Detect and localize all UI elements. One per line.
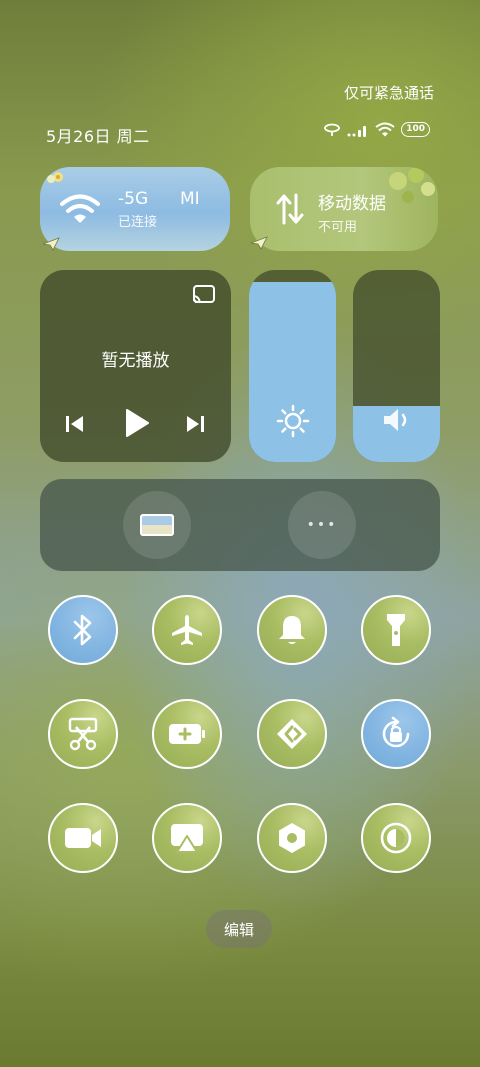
flashlight-icon: [387, 614, 405, 646]
data-arrows-icon: [276, 193, 304, 225]
nearby-share-toggle[interactable]: [257, 699, 327, 769]
wifi-status: 已连接: [118, 215, 158, 230]
dark-mode-toggle[interactable]: [361, 803, 431, 873]
status-icons: 100: [323, 122, 430, 137]
rotation-lock-toggle[interactable]: [361, 699, 431, 769]
bell-icon: [279, 616, 305, 644]
media-player-tile: 暂无播放: [40, 270, 231, 462]
rotation-lock-icon: [382, 716, 410, 748]
wifi-tile[interactable]: -5G 已连接 MI: [40, 167, 230, 251]
battery-indicator: 100: [401, 122, 430, 137]
brightness-slider[interactable]: [249, 270, 336, 462]
emergency-call-status: 仅可紧急通话: [343, 84, 434, 102]
airplane-icon: [172, 615, 202, 645]
screen-record-toggle[interactable]: [48, 803, 118, 873]
screen-cast-toggle[interactable]: [152, 803, 222, 873]
play-icon[interactable]: [124, 408, 150, 438]
wifi-ssid-fragment: MI: [180, 189, 200, 209]
screenshot-toggle[interactable]: [48, 699, 118, 769]
bluetooth-icon: [73, 614, 92, 646]
hex-nut-icon: [279, 823, 305, 853]
silent-toggle[interactable]: [257, 595, 327, 665]
speaker-icon: [384, 409, 407, 431]
paper-plane-decoration: [42, 237, 60, 251]
airplane-mode-toggle[interactable]: [152, 595, 222, 665]
mobile-data-tile[interactable]: 移动数据 不可用: [250, 167, 438, 251]
volume-slider[interactable]: [353, 270, 440, 462]
screen-mirror-icon: [171, 824, 203, 853]
wifi-status-icon: [375, 122, 395, 137]
flower-decoration: [47, 172, 63, 183]
wifi-icon: [60, 194, 100, 223]
scissors-icon: [68, 717, 98, 751]
mobile-data-status: 不可用: [318, 220, 358, 235]
settings-toggle[interactable]: [257, 803, 327, 873]
share-diamond-icon: [277, 719, 307, 749]
paper-plane-decoration: [250, 236, 268, 250]
sun-icon: [276, 404, 310, 438]
next-track-icon[interactable]: [185, 414, 205, 434]
battery-plus-icon: [169, 724, 205, 744]
battery-saver-toggle[interactable]: [152, 699, 222, 769]
shortcut-bar: •••: [40, 479, 440, 571]
date-text: 5月26日 周二: [46, 127, 150, 146]
wifi-name: -5G: [118, 189, 149, 209]
edit-button[interactable]: 编辑: [206, 910, 272, 948]
leaf-decoration: [389, 167, 435, 203]
video-camera-icon: [65, 828, 101, 848]
more-shortcuts-button[interactable]: •••: [288, 491, 356, 559]
flashlight-toggle[interactable]: [361, 595, 431, 665]
card-wallet-button[interactable]: [123, 491, 191, 559]
signal-icon: [347, 125, 367, 137]
card-icon: [140, 514, 174, 536]
bluetooth-toggle[interactable]: [48, 595, 118, 665]
cast-icon[interactable]: [191, 284, 217, 306]
previous-track-icon[interactable]: [65, 414, 85, 434]
hotspot-icon: [324, 123, 341, 136]
contrast-icon: [380, 822, 412, 854]
media-title: 暂无播放: [101, 351, 170, 371]
